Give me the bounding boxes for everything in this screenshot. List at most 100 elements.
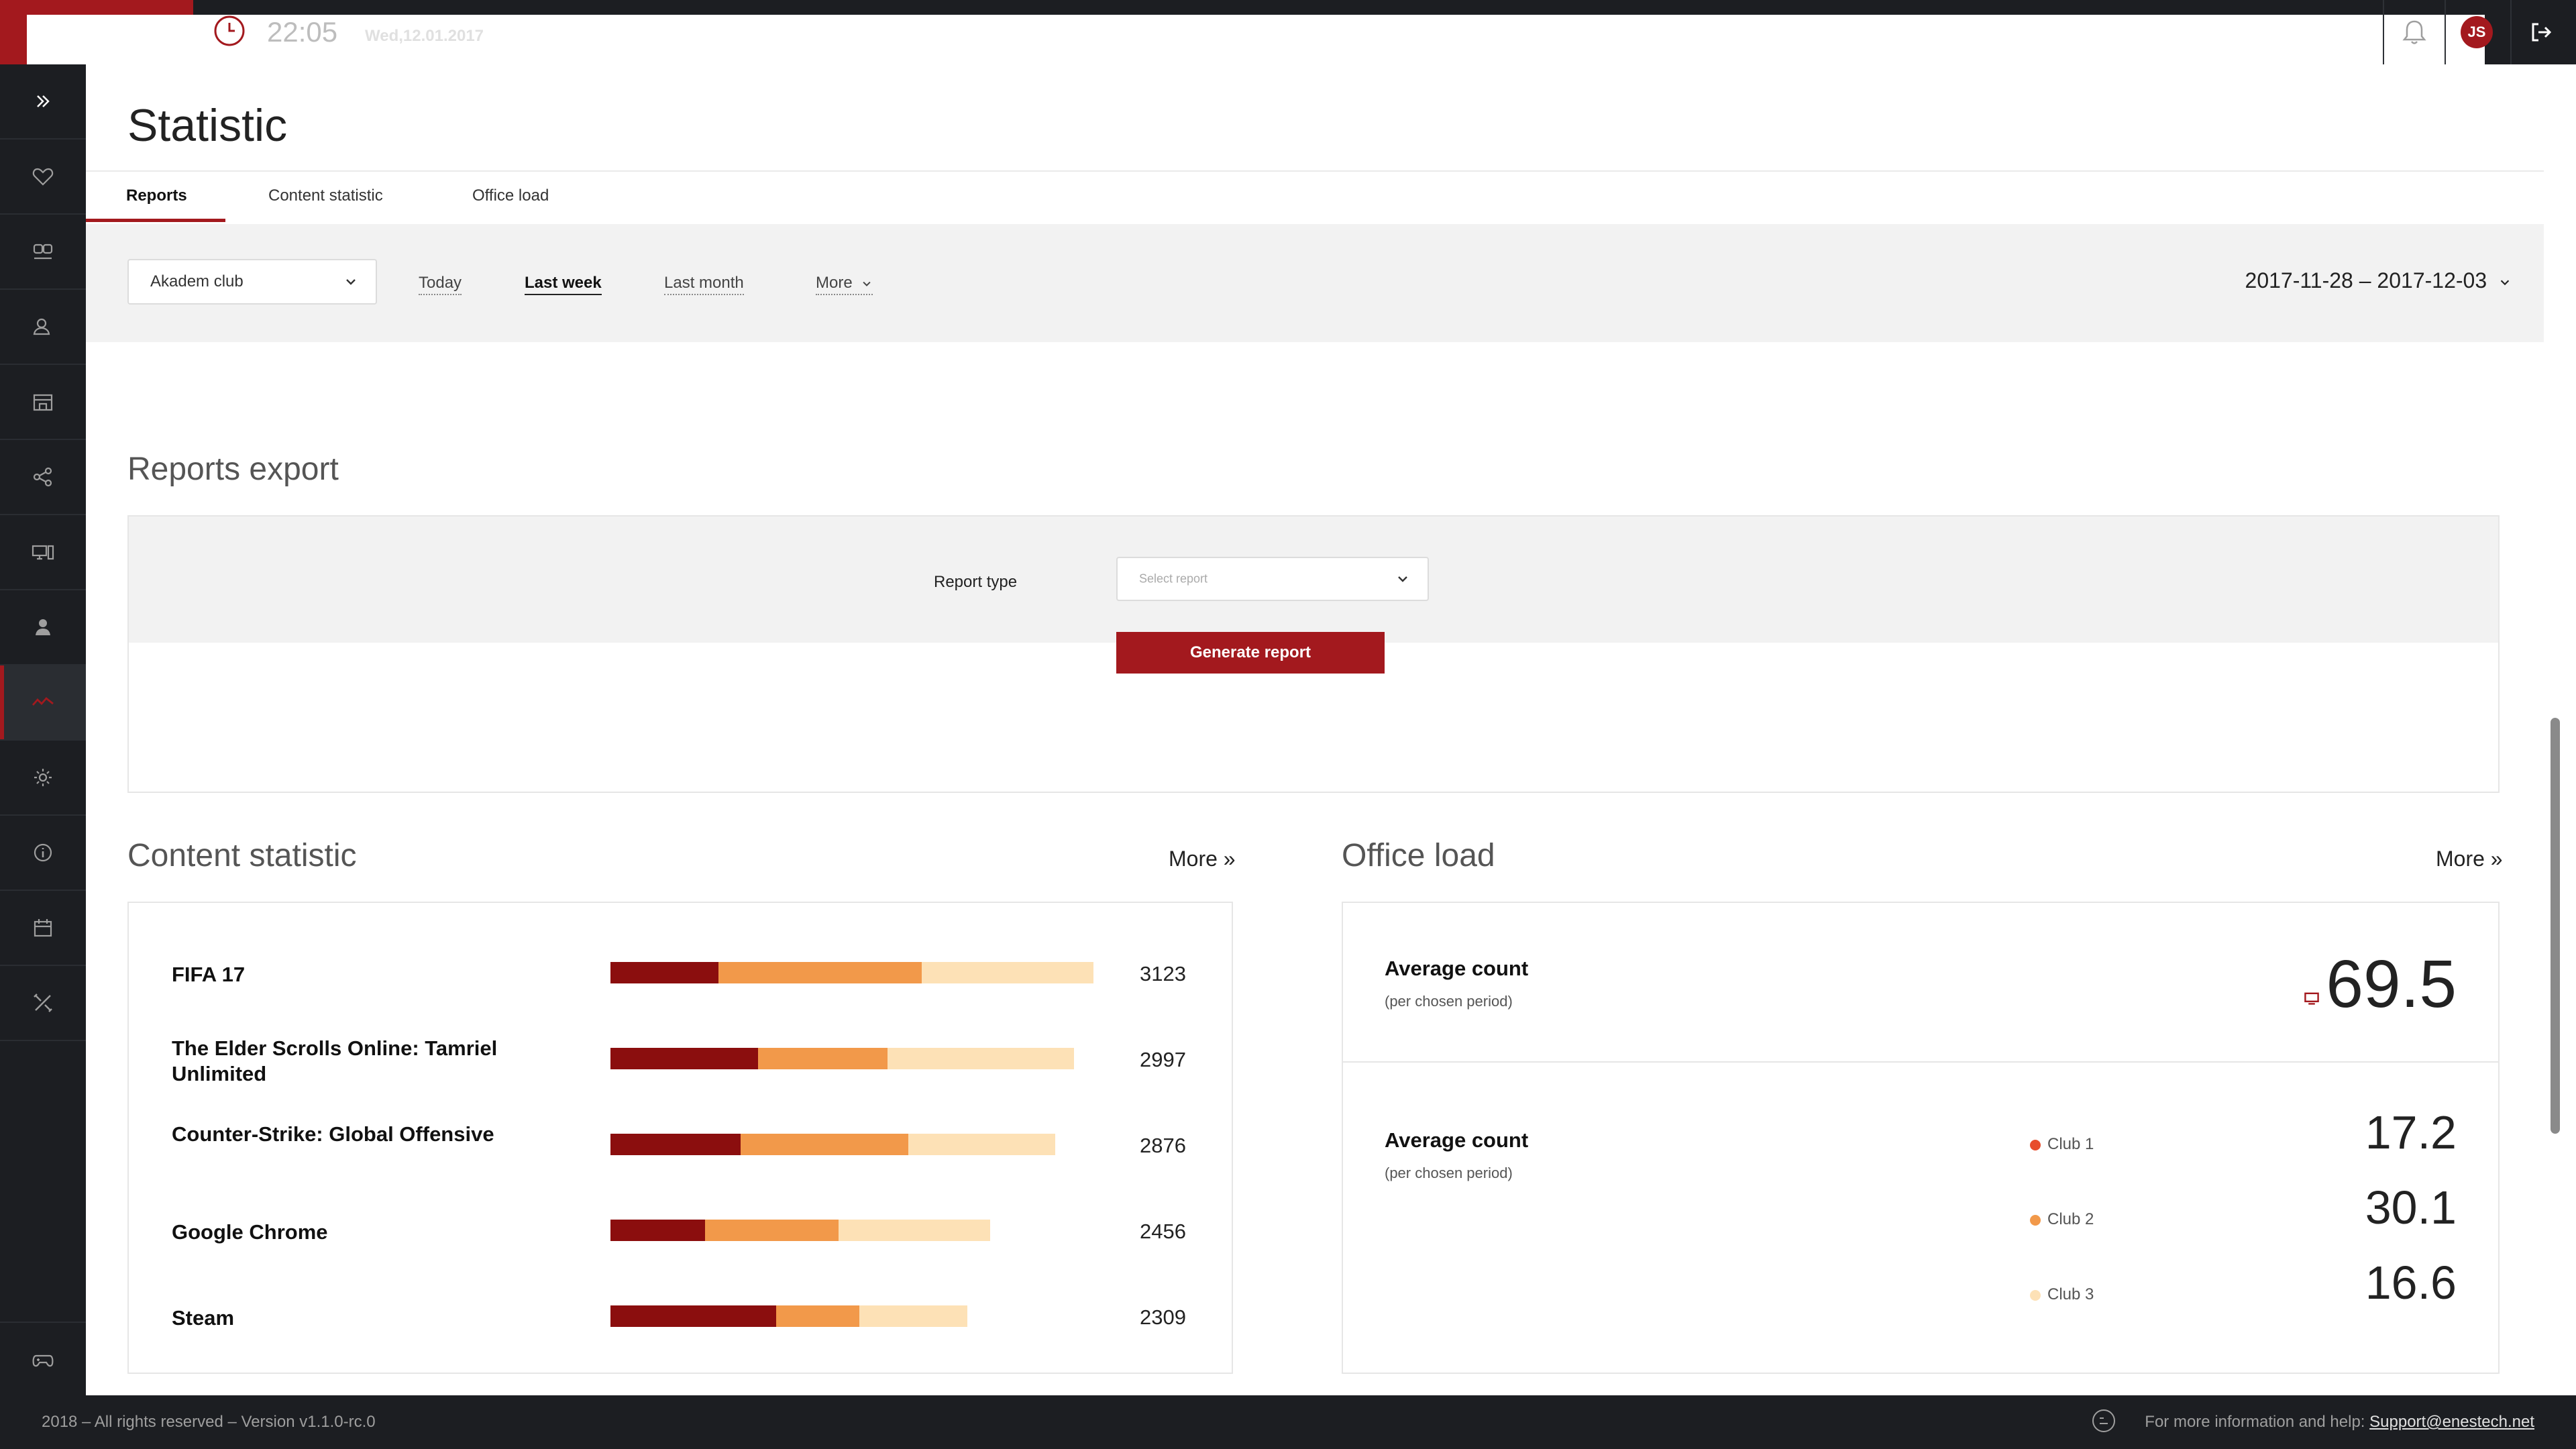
top-bar: SENET CAP 22:05 Wed,12.01.2017 JS <box>0 0 2576 1346</box>
content-stat-bar-segment <box>908 1134 1056 1155</box>
footer: 2018 – All rights reserved – Version v1.… <box>0 1395 2576 1449</box>
support-email-link[interactable]: Support@enestech.net <box>2369 1413 2534 1431</box>
sidebar-item-share[interactable] <box>0 440 86 515</box>
office-load-more-link[interactable]: More » <box>2436 847 2503 871</box>
club-select-value: Akadem club <box>150 272 244 290</box>
club-2-dot <box>2030 1214 2041 1226</box>
settings-icon <box>34 769 52 786</box>
sidebar-item-favorites[interactable] <box>0 140 86 215</box>
content-statistic-more-link[interactable]: More » <box>1169 847 1236 871</box>
user-avatar[interactable]: JS <box>2461 16 2493 48</box>
avg-count-value: 69.5 <box>2326 947 2457 1022</box>
expand-icon <box>37 95 50 107</box>
sidebar-item-tools[interactable] <box>0 966 86 1041</box>
clock-date: Wed,12.01.2017 <box>365 27 484 45</box>
content-stat-value: 2997 <box>1140 1048 1186 1071</box>
sidebar-item-settings[interactable] <box>0 741 86 816</box>
content-stat-bar-segment <box>610 1305 776 1327</box>
sidebar-item-operator[interactable] <box>0 590 86 665</box>
content-stat-value: 2309 <box>1140 1305 1186 1329</box>
tab-active-indicator <box>86 219 225 222</box>
report-type-select[interactable]: Select report <box>1116 557 1429 601</box>
avg-count-title: Average count <box>1385 957 1529 980</box>
scrollbar-thumb[interactable] <box>2551 718 2560 1134</box>
user-profile-icon <box>33 318 50 335</box>
date-range-value: 2017-11-28 – 2017-12-03 <box>2245 268 2487 292</box>
sidebar <box>0 64 86 1395</box>
content-stat-name: Steam <box>172 1306 235 1330</box>
content-stat-bar-segment <box>921 962 1093 983</box>
content-statistic-panel: FIFA 17 3123 The Elder Scrolls Online: Tam… <box>127 902 1233 1374</box>
tab-content-statistic[interactable]: Content statistic <box>268 186 383 205</box>
sidebar-item-devices[interactable] <box>0 515 86 590</box>
gamepad-icon <box>32 1354 54 1367</box>
statistic-icon <box>32 697 54 706</box>
report-type-label: Report type <box>934 573 1018 591</box>
office-load-title: Office load <box>1342 838 1495 873</box>
tabs-divider <box>86 170 2544 172</box>
support-24h-icon <box>2092 1409 2115 1432</box>
content-stat-bar <box>610 1134 1056 1155</box>
bell-icon[interactable] <box>2402 19 2427 46</box>
content-stat-bar <box>610 962 1093 983</box>
club-3-dot <box>2030 1289 2041 1301</box>
sidebar-item-games[interactable] <box>0 1322 86 1397</box>
footer-copyright: 2018 – All rights reserved – Version v1.… <box>42 1413 376 1431</box>
sidebar-item-users[interactable] <box>0 215 86 290</box>
generate-report-button[interactable]: Generate report <box>1116 632 1385 674</box>
sidebar-item-calendar[interactable] <box>0 891 86 966</box>
content-stat-bar-segment <box>838 1220 991 1241</box>
sidebar-item-shop[interactable] <box>0 365 86 440</box>
sidebar-item-statistic[interactable] <box>0 665 86 741</box>
logo[interactable]: SENET CAP <box>0 0 2485 1346</box>
sidebar-item-info[interactable] <box>0 816 86 891</box>
date-range-picker[interactable]: 2017-11-28 – 2017-12-03 <box>2245 268 2512 293</box>
content-stat-bar-segment <box>610 962 718 983</box>
calendar-icon <box>34 919 52 937</box>
sidebar-expand[interactable] <box>0 64 86 140</box>
scrollbar-track[interactable] <box>2544 64 2576 1395</box>
filter-more[interactable]: More <box>816 274 873 295</box>
club-avg-count-subtitle: (per chosen period) <box>1385 1165 1513 1181</box>
share-icon <box>33 467 52 487</box>
footer-help: For more information and help: Support@e… <box>2145 1413 2534 1432</box>
filter-more-label: More <box>816 274 853 292</box>
club-3-name: Club 3 <box>2047 1285 2094 1303</box>
tools-icon <box>34 994 52 1012</box>
tab-reports[interactable]: Reports <box>126 186 187 205</box>
content-stat-bar-segment <box>704 1220 839 1241</box>
filter-today[interactable]: Today <box>419 274 462 295</box>
chevron-down-icon <box>2500 280 2510 285</box>
tab-office-load[interactable]: Office load <box>472 186 549 205</box>
sidebar-item-profiles[interactable] <box>0 290 86 365</box>
club-avg-count-title: Average count <box>1385 1128 1529 1152</box>
topbar-divider <box>2383 0 2384 64</box>
club-select[interactable]: Akadem club <box>127 259 377 305</box>
office-load-panel: Average count (per chosen period) 69.5 A… <box>1342 902 2500 1374</box>
chevron-down-icon <box>1398 576 1407 582</box>
club-3-label: Club 3 <box>2030 1285 2094 1304</box>
filter-last-month[interactable]: Last month <box>664 274 744 295</box>
club-1-value: 17.2 <box>2365 1106 2457 1159</box>
content-stat-bar <box>610 1048 1074 1069</box>
content-statistic-title: Content statistic <box>127 838 357 873</box>
content-stat-name: Counter-Strike: Global Offensive <box>172 1122 494 1146</box>
clock-time: 22:05 <box>267 16 338 48</box>
content-stat-bar-segment <box>740 1134 908 1155</box>
club-2-name: Club 2 <box>2047 1210 2094 1228</box>
office-load-divider <box>1343 1061 2498 1063</box>
person-icon <box>36 619 50 635</box>
logout-icon[interactable] <box>2529 20 2553 44</box>
content-stat-bar <box>610 1305 968 1327</box>
report-type-placeholder: Select report <box>1139 572 1208 586</box>
page-title: Statistic <box>127 100 288 151</box>
content-stat-name: FIFA 17 <box>172 963 246 986</box>
topbar-divider <box>2445 0 2446 64</box>
club-2-label: Club 2 <box>2030 1210 2094 1229</box>
footer-help-text: For more information and help: <box>2145 1413 2365 1431</box>
content-stat-bar-segment <box>610 1220 705 1241</box>
content-stat-value: 2876 <box>1140 1134 1186 1157</box>
club-2-value: 30.1 <box>2365 1181 2457 1234</box>
filter-last-week[interactable]: Last week <box>525 274 602 295</box>
store-icon <box>33 394 53 411</box>
